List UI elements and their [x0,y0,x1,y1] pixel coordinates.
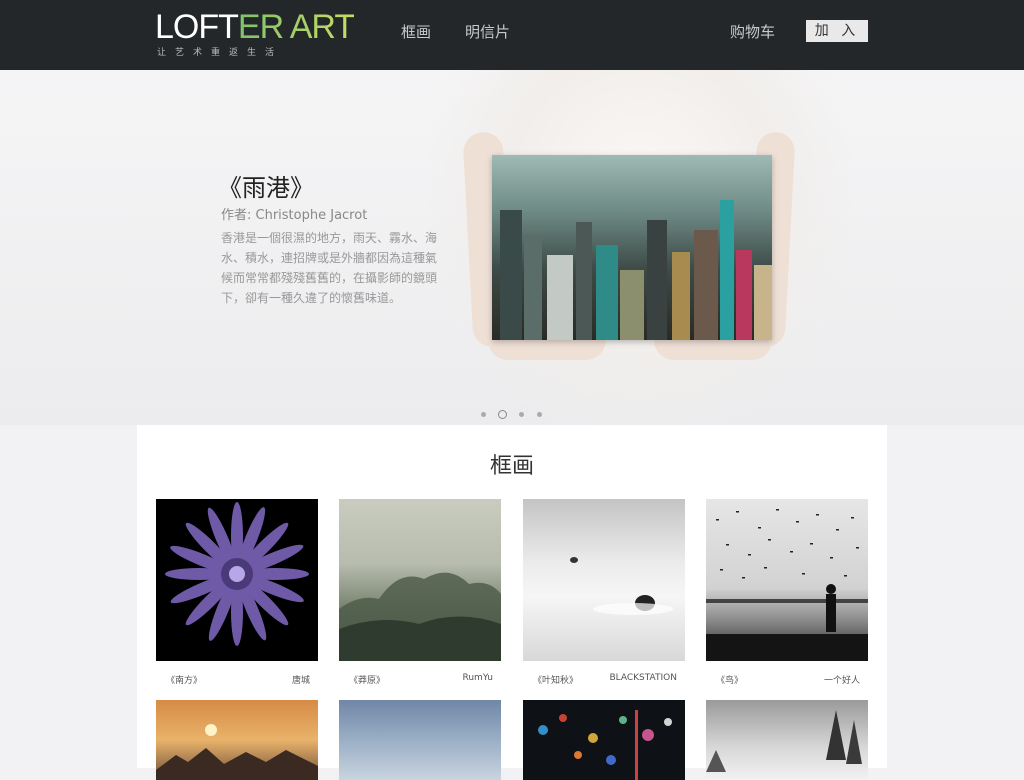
snowy-trees-photo-icon[interactable] [706,700,868,780]
misty-forest-photo-icon [339,499,501,661]
card-title: 《叶知秋》 [533,676,579,686]
section-title: 框画 [489,454,534,479]
carousel-dot-4[interactable] [537,412,542,417]
hero-artwork-title: 《雨港》 [218,174,314,202]
card-author: 唐城 [291,676,310,686]
hero-artwork-author: 作者: Christophe Jacrot [221,208,368,223]
nav-link-frames[interactable]: 框画 [401,21,431,42]
carousel-dot-2[interactable] [498,410,507,419]
card-title: 《南方》 [166,676,203,686]
join-button[interactable]: 加 入 [806,20,868,42]
flower-photo-icon [156,499,318,661]
blue-clouds-photo-icon[interactable] [339,700,501,780]
artwork-card[interactable]: 《莽原》 RumYu [339,499,501,686]
card-author: BLACKSTATION [609,673,677,683]
card-title: 《鸟》 [716,676,744,686]
hero-banner: 《雨港》 作者: Christophe Jacrot 香港是一個很濕的地方，雨天… [0,70,1024,425]
minimal-sea-photo-icon [523,499,685,661]
birds-beach-photo-icon [706,499,868,661]
card-title: 《莽原》 [349,676,386,686]
city-lights-photo-icon[interactable] [523,700,685,780]
featured-artwork-image[interactable] [492,155,772,340]
card-author: 一个好人 [823,676,860,686]
carousel-dot-3[interactable] [519,412,524,417]
carousel-dot-1[interactable] [481,412,486,417]
artwork-card[interactable]: 《叶知秋》 BLACKSTATION [523,499,685,686]
nav-link-postcards[interactable]: 明信片 [465,21,510,42]
logo-wordmark: LOFTER ART [155,8,355,46]
nav-link-cart[interactable]: 购物车 [730,21,775,42]
artwork-card[interactable]: 《鸟》 一个好人 [706,499,868,686]
site-logo[interactable]: LOFTER ART 让艺术重返生活 [155,8,355,58]
artwork-card[interactable]: 《南方》 唐城 [156,499,318,686]
hero-artwork-description: 香港是一個很濕的地方，雨天、霧水、海水、積水，連招牌或是外牆都因為這種氣候而常常… [221,231,438,305]
card-author: RumYu [462,673,494,683]
frames-section: 框画 《南方》 唐城 《莽原》 RumYu 《叶知秋》 BLACKSTATION… [137,425,887,780]
sunset-mountains-photo-icon[interactable] [156,700,318,780]
logo-tagline: 让艺术重返生活 [157,48,284,58]
